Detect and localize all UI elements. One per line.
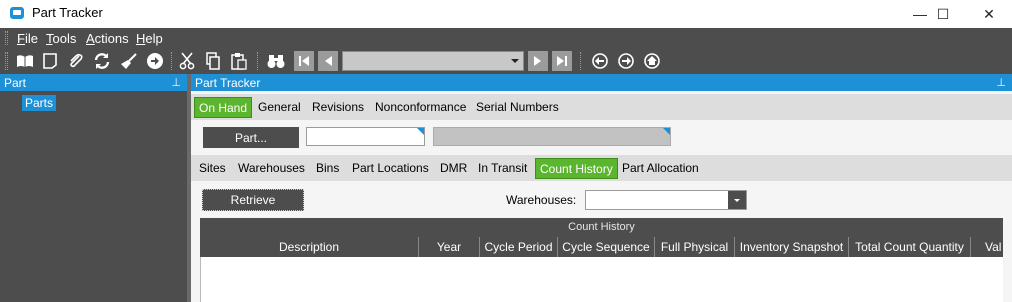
title-bar: Part Tracker — ☐ ✕ bbox=[0, 0, 1012, 28]
field-indicator-icon bbox=[663, 128, 670, 135]
part-tracker-panel: Part Tracker ⊥ On Hand General Revisions… bbox=[191, 74, 1012, 302]
part-tree-panel: Part ⊥ Parts bbox=[0, 74, 187, 302]
chevron-down-icon[interactable] bbox=[728, 191, 746, 209]
column-header-cycle-sequence[interactable]: Cycle Sequence bbox=[558, 237, 655, 257]
toolbar-separator bbox=[257, 52, 258, 70]
maximize-button[interactable]: ☐ bbox=[920, 0, 966, 28]
tab-sites[interactable]: Sites bbox=[195, 158, 230, 179]
toolbar-separator bbox=[171, 52, 172, 70]
tab-serial-numbers[interactable]: Serial Numbers bbox=[472, 97, 563, 118]
tab-count-history[interactable]: Count History bbox=[535, 158, 618, 179]
grid-header-row: Description Year Cycle Period Cycle Sequ… bbox=[200, 237, 1003, 257]
first-record-button[interactable] bbox=[294, 51, 314, 71]
clear-broom-icon[interactable] bbox=[119, 51, 139, 71]
warehouses-label: Warehouses: bbox=[506, 193, 577, 207]
column-header-inventory-snapshot[interactable]: Inventory Snapshot bbox=[735, 237, 849, 257]
home-icon[interactable] bbox=[642, 51, 662, 71]
grid-body[interactable] bbox=[200, 257, 1003, 302]
tab-dmr[interactable]: DMR bbox=[436, 158, 471, 179]
window-title: Part Tracker bbox=[32, 5, 103, 20]
last-record-button[interactable] bbox=[552, 51, 572, 71]
tab-on-hand[interactable]: On Hand bbox=[194, 97, 253, 118]
next-record-button[interactable] bbox=[528, 51, 548, 71]
part-description-field bbox=[433, 127, 671, 146]
cut-icon[interactable] bbox=[177, 51, 197, 71]
tab-part-locations[interactable]: Part Locations bbox=[348, 158, 433, 179]
tab-warehouses[interactable]: Warehouses bbox=[234, 158, 309, 179]
main-tab-strip: On Hand General Revisions Nonconformance… bbox=[191, 94, 1012, 120]
column-header-cycle-period[interactable]: Cycle Period bbox=[480, 237, 558, 257]
pin-icon[interactable]: ⊥ bbox=[171, 76, 181, 89]
column-header-total-count-quantity[interactable]: Total Count Quantity bbox=[849, 237, 971, 257]
menu-grip bbox=[5, 31, 8, 45]
column-header-full-physical[interactable]: Full Physical bbox=[655, 237, 735, 257]
binoculars-icon[interactable] bbox=[266, 51, 286, 71]
sub-tab-strip: Sites Warehouses Bins Part Locations DMR… bbox=[191, 155, 1012, 181]
part-number-input[interactable] bbox=[306, 127, 425, 146]
column-header-val[interactable]: Val bbox=[971, 237, 1003, 257]
back-circle-icon[interactable] bbox=[590, 51, 610, 71]
column-header-description[interactable]: Description bbox=[200, 237, 419, 257]
retrieve-button[interactable]: Retrieve bbox=[202, 189, 304, 211]
tab-bins[interactable]: Bins bbox=[312, 158, 343, 179]
menu-bar: File Tools Actions Help bbox=[0, 28, 1012, 48]
toolbar-grip bbox=[5, 52, 8, 70]
part-panel-header: Part ⊥ bbox=[0, 74, 187, 91]
menu-file[interactable]: File bbox=[17, 31, 38, 46]
toolbar-separator bbox=[580, 52, 581, 70]
book-icon[interactable] bbox=[15, 51, 35, 71]
close-button[interactable]: ✕ bbox=[966, 0, 1012, 28]
grid-title: Count History bbox=[200, 218, 1003, 237]
part-tracker-header: Part Tracker ⊥ bbox=[191, 74, 1012, 91]
new-page-icon[interactable] bbox=[40, 51, 60, 71]
tab-general[interactable]: General bbox=[254, 97, 305, 118]
forward-outline-icon[interactable] bbox=[616, 51, 636, 71]
field-indicator-icon bbox=[417, 128, 424, 135]
part-tracker-title: Part Tracker bbox=[195, 76, 261, 90]
column-header-year[interactable]: Year bbox=[419, 237, 480, 257]
attach-icon[interactable] bbox=[66, 51, 86, 71]
copy-icon[interactable] bbox=[203, 51, 223, 71]
tree-item-parts[interactable]: Parts bbox=[22, 95, 57, 111]
part-panel-title: Part bbox=[4, 76, 27, 90]
count-history-grid: Count History Description Year Cycle Per… bbox=[200, 218, 1003, 302]
chevron-down-icon bbox=[511, 59, 519, 63]
part-button[interactable]: Part... bbox=[203, 127, 299, 148]
refresh-icon[interactable] bbox=[92, 51, 112, 71]
menu-help[interactable]: Help bbox=[136, 31, 163, 46]
tab-nonconformance[interactable]: Nonconformance bbox=[371, 97, 470, 118]
menu-tools[interactable]: Tools bbox=[46, 31, 76, 46]
record-navigation-combo[interactable] bbox=[342, 51, 524, 71]
pin-icon[interactable]: ⊥ bbox=[996, 76, 1006, 89]
tab-in-transit[interactable]: In Transit bbox=[474, 158, 531, 179]
toolbar bbox=[0, 48, 1012, 74]
paste-icon[interactable] bbox=[229, 51, 249, 71]
tab-revisions[interactable]: Revisions bbox=[308, 97, 368, 118]
menu-actions[interactable]: Actions bbox=[86, 31, 129, 46]
app-icon bbox=[10, 7, 24, 19]
warehouses-select[interactable] bbox=[585, 190, 747, 210]
previous-record-button[interactable] bbox=[318, 51, 338, 71]
forward-circle-icon[interactable] bbox=[145, 51, 165, 71]
tab-part-allocation[interactable]: Part Allocation bbox=[618, 158, 703, 179]
